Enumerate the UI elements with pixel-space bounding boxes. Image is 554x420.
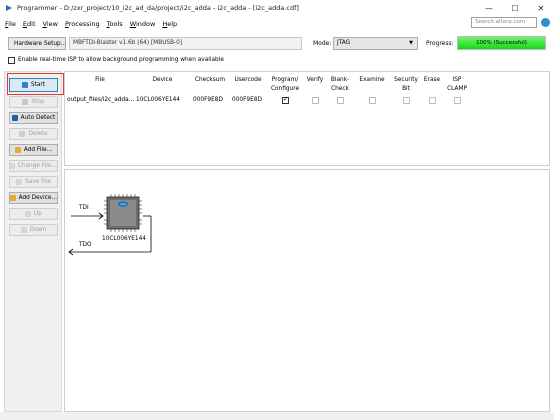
up-label: Up (34, 211, 42, 217)
row-checksum: 000F9E8D (193, 97, 223, 103)
security-checkbox[interactable] (403, 97, 410, 104)
hardware-setup-button[interactable]: Hardware Setup... (8, 37, 66, 50)
stop-label: Stop (31, 99, 45, 105)
auto-detect-button[interactable]: Auto Detect (9, 112, 58, 124)
erase-checkbox[interactable] (429, 97, 436, 104)
row-file: output_files/i2c_adda... (67, 97, 135, 103)
add-device-icon (10, 195, 16, 201)
help-globe-icon[interactable] (541, 18, 550, 27)
menu-window[interactable]: Window (130, 20, 156, 28)
examine-checkbox[interactable] (369, 97, 376, 104)
up-button[interactable]: Up (9, 208, 58, 220)
menu-view[interactable]: View (43, 20, 58, 28)
chain-device-label: 10CL006YE144 (102, 236, 146, 242)
device-table: File Device Checksum Usercode Program/ C… (64, 71, 550, 166)
blank-check-checkbox[interactable] (337, 97, 344, 104)
progress-bar: 100% (Successful) (457, 36, 546, 50)
col-usercode[interactable]: Usercode (231, 76, 265, 85)
verify-checkbox[interactable] (312, 97, 319, 104)
jtag-chain-panel: intel TDI TDO 10CL006YE144 (64, 169, 550, 412)
search-input[interactable]: Search altera.com (471, 17, 537, 28)
change-file-icon (10, 163, 15, 169)
stop-button[interactable]: Stop (9, 96, 58, 108)
arrow-down-icon (20, 227, 27, 233)
add-device-button[interactable]: Add Device... (9, 192, 58, 204)
hardware-setup-label: Hardware Setup... (14, 40, 67, 47)
isp-option[interactable]: Enable real-time ISP to allow background… (8, 55, 224, 65)
chevron-down-icon: ▼ (409, 40, 413, 46)
hardware-toolbar: Hardware Setup... MBFTDI-Blaster v1.6b (… (0, 33, 554, 53)
mode-label: Mode: (313, 40, 332, 47)
fpga-chip-icon (104, 194, 142, 232)
row-usercode: 000F9E8D (232, 97, 262, 103)
title-bar: Programmer - D:/zxr_project/10_i2c_ad_da… (0, 0, 554, 16)
tdo-label: TDO (79, 242, 92, 248)
programmer-app-icon (6, 5, 12, 11)
change-file-label: Change File... (17, 163, 57, 169)
save-file-button[interactable]: Save File (9, 176, 58, 188)
menu-edit[interactable]: Edit (23, 20, 36, 28)
start-highlight-box (7, 73, 64, 95)
program-checkbox[interactable] (282, 95, 289, 104)
delete-label: Delete (28, 131, 48, 137)
col-verify[interactable]: Verify (305, 76, 325, 85)
save-icon (16, 179, 23, 185)
isp-checkbox[interactable] (8, 56, 15, 64)
auto-detect-icon (11, 115, 18, 121)
delete-button[interactable]: Delete (9, 128, 58, 140)
col-examine[interactable]: Examine (358, 76, 386, 85)
col-blank-check[interactable]: Blank- Check (328, 76, 352, 94)
add-file-button[interactable]: Add File... (9, 144, 58, 156)
chain-diagram: intel (68, 194, 152, 256)
progress-label: Progress: (426, 40, 454, 47)
maximize-button[interactable]: ☐ (502, 0, 528, 16)
col-checksum[interactable]: Checksum (191, 76, 229, 85)
status-bar (0, 412, 554, 420)
menu-file[interactable]: File (5, 20, 16, 28)
menu-processing[interactable]: Processing (65, 20, 100, 28)
chip-logo: intel (120, 202, 126, 206)
down-button[interactable]: Down (9, 224, 58, 236)
arrow-up-icon (25, 211, 32, 217)
action-sidebar: Start Stop Auto Detect Delete Add File..… (4, 71, 62, 412)
close-button[interactable]: ✕ (528, 0, 554, 16)
save-file-label: Save File (25, 179, 51, 185)
minimize-button[interactable]: — (476, 0, 502, 16)
progress-text: 100% (Successful) (476, 40, 527, 46)
row-device: 10CL006YE144 (136, 97, 180, 103)
stop-icon (22, 99, 29, 105)
menu-help[interactable]: Help (162, 20, 177, 28)
col-program[interactable]: Program/ Configure (268, 76, 302, 94)
col-isp-clamp[interactable]: ISP CLAMP (445, 76, 469, 94)
col-device[interactable]: Device (135, 76, 190, 85)
tdi-label: TDI (79, 205, 89, 211)
auto-detect-label: Auto Detect (20, 115, 56, 121)
col-erase[interactable]: Erase (423, 76, 441, 85)
add-file-label: Add File... (23, 147, 53, 153)
folder-icon (14, 147, 21, 153)
add-device-label: Add Device... (18, 195, 57, 201)
delete-icon (19, 131, 26, 137)
menu-tools[interactable]: Tools (107, 20, 123, 28)
isp-clamp-checkbox[interactable] (454, 97, 461, 104)
window-title: Programmer - D:/zxr_project/10_i2c_ad_da… (17, 4, 299, 12)
change-file-button[interactable]: Change File... (9, 160, 58, 172)
mode-select[interactable]: JTAG ▼ (333, 37, 418, 50)
down-label: Down (29, 227, 47, 233)
mode-value: JTAG (337, 40, 351, 46)
col-security[interactable]: Security Bit (391, 76, 421, 94)
hardware-field: MBFTDI-Blaster v1.6b (64) [MBUSB-0] (69, 37, 302, 50)
col-file[interactable]: File (69, 76, 131, 85)
isp-label: Enable real-time ISP to allow background… (18, 57, 224, 63)
